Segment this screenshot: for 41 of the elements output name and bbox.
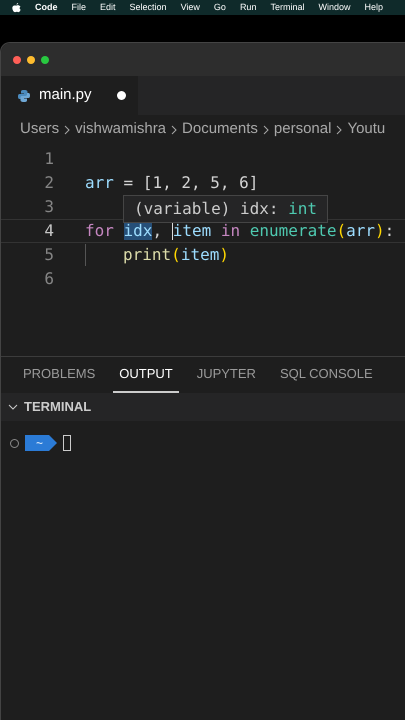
breadcrumb[interactable]: Users — [20, 118, 60, 141]
code-line: print(item) — [123, 244, 229, 266]
menu-item[interactable]: File — [72, 0, 86, 14]
close-icon[interactable] — [13, 56, 21, 64]
menu-item[interactable]: Run — [240, 0, 256, 14]
line-number: 5 — [43, 244, 54, 266]
tab-label: main.py — [39, 85, 92, 106]
breadcrumb[interactable]: Documents — [182, 118, 258, 141]
chevron-right-icon — [262, 124, 269, 134]
minimize-icon[interactable] — [27, 56, 35, 64]
menu-item[interactable]: Selection — [130, 0, 167, 14]
chevron-right-icon — [64, 124, 70, 134]
hover-tooltip: (variable) idx: int — [123, 195, 328, 223]
menu-item[interactable]: Go — [214, 0, 226, 14]
chevron-right-icon — [336, 124, 342, 134]
panel-tab[interactable]: PROBLEMS — [17, 357, 102, 393]
line-number: 6 — [43, 268, 54, 290]
line-number: 2 — [43, 172, 54, 194]
panel-tab[interactable]: JUPYTER — [190, 357, 262, 393]
menu-item[interactable]: Window — [318, 0, 350, 14]
line-number: 4 — [43, 220, 54, 242]
code-line: arr = [1, 2, 5, 6] — [85, 172, 258, 194]
python-icon — [17, 88, 31, 102]
editor-tab[interactable]: main.py — [1, 76, 138, 115]
app-name[interactable]: Code — [35, 0, 58, 14]
menu-item[interactable]: View — [180, 0, 200, 14]
breadcrumb[interactable]: personal — [274, 118, 332, 141]
breadcrumb[interactable]: Youtu — [347, 118, 386, 141]
menu-item[interactable]: Edit — [100, 0, 116, 14]
terminal-header[interactable]: TERMINAL — [1, 393, 405, 421]
terminal-cursor — [63, 435, 71, 451]
line-number: 3 — [43, 196, 54, 218]
apple-logo-icon[interactable] — [12, 2, 21, 12]
prompt-badge: ~ — [25, 435, 57, 451]
line-number: 1 — [43, 148, 54, 170]
menu-item[interactable]: Help — [364, 0, 383, 14]
maximize-icon[interactable] — [41, 56, 49, 64]
panel-tab[interactable]: SQL CONSOLE — [274, 357, 379, 393]
menu-item[interactable]: Terminal — [270, 0, 304, 14]
chevron-right-icon — [171, 124, 178, 134]
breadcrumb[interactable]: vishwamishra — [75, 118, 166, 141]
